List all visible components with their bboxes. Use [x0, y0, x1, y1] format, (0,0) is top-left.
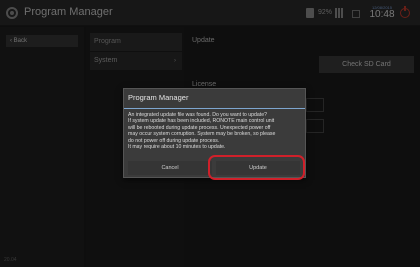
dialog-message: An integrated update file was found. Do …	[128, 112, 304, 150]
cancel-button[interactable]: Cancel	[128, 161, 212, 175]
update-highlight-ring	[208, 155, 305, 180]
message-line: It may require about 10 minutes to updat…	[128, 144, 226, 151]
dialog-divider	[124, 108, 305, 109]
dialog-title: Program Manager	[128, 93, 189, 102]
